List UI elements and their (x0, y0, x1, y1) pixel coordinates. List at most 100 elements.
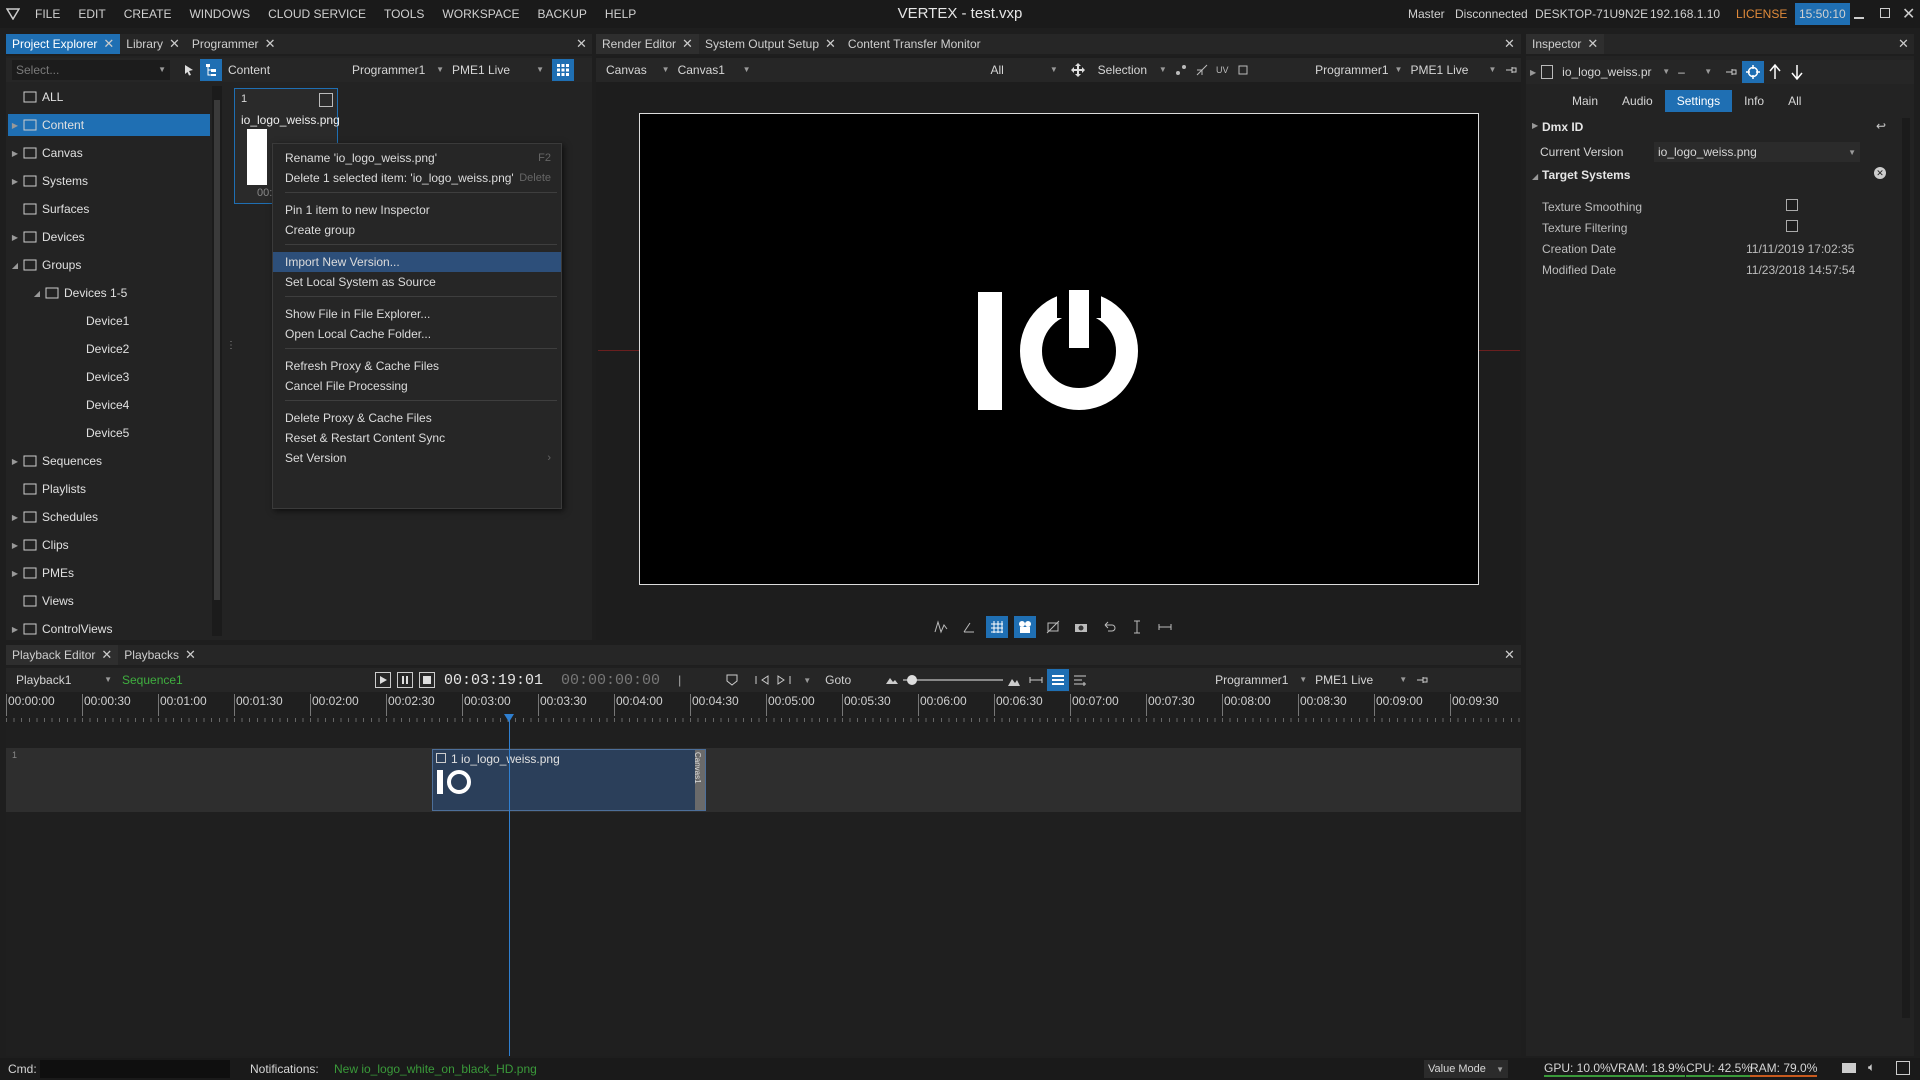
context-menu-item[interactable]: Set Local System as Source (273, 272, 561, 292)
tree-item[interactable]: ▶ Systems (8, 170, 210, 192)
crop-icon[interactable] (1233, 59, 1254, 81)
subtab-info[interactable]: Info (1732, 90, 1776, 112)
tree-item[interactable]: ▶ Devices (8, 226, 210, 248)
menu-tools[interactable]: TOOLS (375, 0, 433, 28)
monitor-icon[interactable] (1842, 1063, 1856, 1073)
tree-item[interactable]: Device5 (8, 422, 210, 444)
align-icon[interactable] (1191, 59, 1212, 81)
close-window-icon[interactable]: ✕ (1902, 4, 1915, 24)
playhead[interactable] (509, 716, 510, 1056)
zoom-in-icon[interactable] (1003, 669, 1025, 691)
close-icon[interactable]: ✕ (1587, 34, 1598, 54)
expand-arrow-icon[interactable]: ▶ (8, 513, 22, 522)
texture-filtering-checkbox[interactable] (1786, 220, 1798, 232)
playback-programmer-dropdown[interactable]: Programmer1 ▼ (1211, 670, 1311, 690)
pin-icon[interactable] (1411, 669, 1433, 691)
menu-workspace[interactable]: WORKSPACE (433, 0, 528, 28)
tree-item[interactable]: Views (8, 590, 210, 612)
tab-system-output-setup[interactable]: System Output Setup ✕ (699, 34, 842, 54)
search-input[interactable]: Select... ▼ (12, 60, 170, 80)
inspector-mode-dropdown[interactable]: – ▼ (1674, 62, 1716, 82)
canvas-type-dropdown[interactable]: Canvas ▼ (602, 60, 674, 80)
render-programmer-dropdown[interactable]: Programmer1 ▼ (1311, 60, 1406, 80)
speaker-icon[interactable]: 🔈︎ (1868, 1060, 1875, 1075)
camera-view-icon[interactable] (1014, 616, 1036, 638)
render-pme-dropdown[interactable]: PME1 Live ▼ (1406, 60, 1500, 80)
license-button[interactable]: LICENSE (1736, 0, 1787, 28)
menu-cloud-service[interactable]: CLOUD SERVICE (259, 0, 375, 28)
menu-create[interactable]: CREATE (115, 0, 181, 28)
notification-text[interactable]: New io_logo_white_on_black_HD.png (334, 1062, 537, 1076)
close-icon[interactable]: ✕ (103, 34, 114, 54)
stop-icon[interactable] (416, 669, 438, 691)
target-icon[interactable] (1742, 61, 1765, 83)
menu-backup[interactable]: BACKUP (529, 0, 596, 28)
hide-icon[interactable] (1042, 616, 1064, 638)
close-panel-icon[interactable]: ✕ (576, 36, 587, 52)
programmer-dropdown[interactable]: Programmer1 ▼ (348, 60, 448, 80)
tree-item[interactable]: ALL (8, 86, 210, 108)
inspector-scrollbar[interactable] (1902, 118, 1910, 1018)
tree-item[interactable]: ▶ Schedules (8, 506, 210, 528)
filter-dropdown[interactable]: All ▼ (987, 60, 1062, 80)
expand-arrow-icon[interactable]: ◢ (8, 261, 22, 270)
tab-library[interactable]: Library ✕ (120, 34, 186, 54)
context-menu-item[interactable]: Pin 1 item to new Inspector (273, 200, 561, 220)
subtab-settings[interactable]: Settings (1664, 90, 1733, 112)
horizontal-fit-icon[interactable] (1154, 616, 1176, 638)
track-view-icon[interactable] (1047, 669, 1070, 691)
context-menu-item[interactable]: Create group (273, 220, 561, 240)
angle-icon[interactable] (958, 616, 980, 638)
close-panel-icon[interactable]: ✕ (1504, 36, 1515, 52)
texture-smoothing-checkbox[interactable] (1786, 199, 1798, 211)
inspector-file-dropdown[interactable]: io_logo_weiss.pr ▼ (1558, 62, 1674, 82)
playback-pme-dropdown[interactable]: PME1 Live ▼ (1311, 670, 1411, 690)
undo-icon[interactable] (1098, 616, 1120, 638)
menu-help[interactable]: HELP (596, 0, 645, 28)
playhead-marker[interactable] (504, 714, 514, 722)
tab-playbacks[interactable]: Playbacks ✕ (118, 645, 202, 665)
context-menu-item[interactable]: Open Local Cache Folder... (273, 324, 561, 344)
tree-item[interactable]: Surfaces (8, 198, 210, 220)
tree-view-icon[interactable] (200, 59, 222, 81)
tree-item[interactable]: ▶ Clips (8, 534, 210, 556)
arrow-down-icon[interactable] (1786, 61, 1808, 83)
value-mode-dropdown[interactable]: Value Mode ▼ (1424, 1060, 1508, 1078)
context-menu-item[interactable]: Refresh Proxy & Cache Files (273, 356, 561, 376)
clear-icon[interactable]: ✕ (1874, 167, 1886, 179)
context-menu-item[interactable]: Set Version › (273, 448, 561, 468)
close-icon[interactable]: ✕ (169, 34, 180, 54)
move-tool-icon[interactable] (1062, 59, 1094, 81)
pme-dropdown[interactable]: PME1 Live ▼ (448, 60, 548, 80)
expand-arrow-icon[interactable]: ▶ (8, 149, 22, 158)
subtab-all[interactable]: All (1776, 90, 1813, 112)
uv-icon[interactable]: UV (1212, 59, 1233, 81)
expand-arrow-icon[interactable]: ▶ (8, 541, 22, 550)
fit-width-icon[interactable] (1025, 669, 1047, 691)
context-menu-item[interactable]: Import New Version... (273, 252, 561, 272)
context-menu-item[interactable]: Rename 'io_logo_weiss.png' F2 (273, 148, 561, 168)
context-menu-item[interactable]: Cancel File Processing (273, 376, 561, 396)
pin-icon[interactable] (1720, 61, 1742, 83)
menu-windows[interactable]: WINDOWS (180, 0, 259, 28)
vertical-fit-icon[interactable] (1126, 616, 1148, 638)
arrow-up-icon[interactable] (1764, 61, 1786, 83)
timeline-clip[interactable]: 1 io_logo_weiss.png Canvas1 (432, 749, 706, 811)
tree-item[interactable]: Device1 (8, 310, 210, 332)
expand-icon[interactable]: ▶ (1532, 121, 1538, 130)
playback-dropdown[interactable]: Playback1 ▼ (12, 670, 116, 690)
close-icon[interactable]: ✕ (101, 645, 112, 665)
expand-arrow-icon[interactable]: ▶ (8, 121, 22, 130)
canvas-dropdown[interactable]: Canvas1 ▼ (674, 60, 755, 80)
menu-file[interactable]: FILE (26, 0, 69, 28)
expand-arrow-icon[interactable]: ▶ (8, 177, 22, 186)
fullscreen-icon[interactable] (1896, 1061, 1910, 1075)
close-icon[interactable]: ✕ (265, 34, 276, 54)
minimize-icon[interactable] (1852, 6, 1866, 20)
expand-arrow-icon[interactable]: ▶ (8, 233, 22, 242)
menu-edit[interactable]: EDIT (69, 0, 114, 28)
tree-item[interactable]: ▶ ControlViews (8, 618, 210, 640)
cmd-input[interactable] (40, 1060, 230, 1078)
pause-icon[interactable] (394, 669, 416, 691)
play-icon[interactable] (372, 669, 394, 691)
